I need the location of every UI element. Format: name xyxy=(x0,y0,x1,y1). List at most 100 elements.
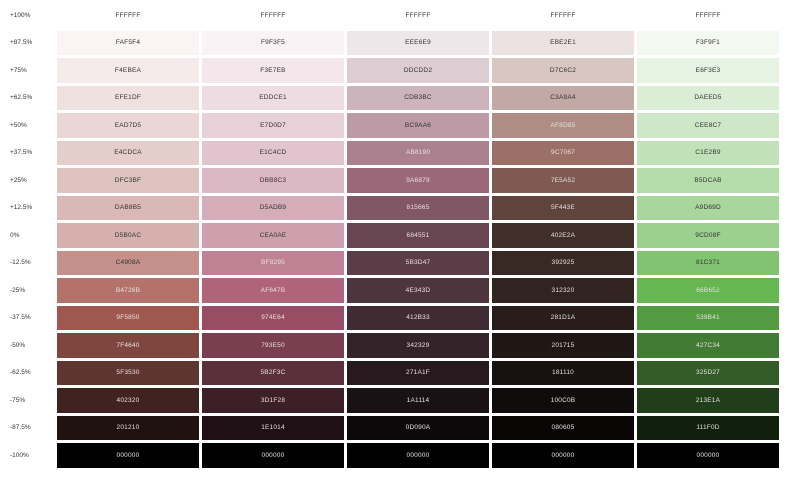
row-label: -62.5% xyxy=(10,369,31,377)
color-swatch: CEA0AE xyxy=(202,223,344,248)
color-swatch: F3F9F1 xyxy=(637,30,779,55)
color-swatch: DAB8B5 xyxy=(57,195,199,220)
color-swatch: 080605 xyxy=(492,415,634,440)
color-swatch: 000000 xyxy=(347,443,489,468)
color-swatch: FFFFFF xyxy=(202,3,344,28)
color-swatch: EFE1DF xyxy=(57,85,199,110)
row-label: +75% xyxy=(10,66,27,74)
color-swatch: FFFFFF xyxy=(492,3,634,28)
color-swatch: D7C6C2 xyxy=(492,58,634,83)
row-label: -87.5% xyxy=(10,424,31,432)
color-swatch: 201715 xyxy=(492,333,634,358)
color-swatch: 5B3D47 xyxy=(347,250,489,275)
color-swatch: 793E50 xyxy=(202,333,344,358)
color-swatch: 100C0B xyxy=(492,388,634,413)
color-swatch: D5B0AC xyxy=(57,223,199,248)
color-swatch: 81C371 xyxy=(637,250,779,275)
row-label: +37.5% xyxy=(10,149,33,157)
color-swatch: 5B2F3C xyxy=(202,360,344,385)
color-swatch: AB8190 xyxy=(347,140,489,165)
row-label: +87.5% xyxy=(10,39,33,47)
color-swatch: 9A6879 xyxy=(347,168,489,193)
color-swatch: 000000 xyxy=(57,443,199,468)
color-swatch: E6F3E3 xyxy=(637,58,779,83)
color-swatch: BC9AA6 xyxy=(347,113,489,138)
color-swatch: 5F3530 xyxy=(57,360,199,385)
color-swatch: 201210 xyxy=(57,415,199,440)
color-swatch: EAD7D5 xyxy=(57,113,199,138)
color-swatch: 684551 xyxy=(347,223,489,248)
row-label: -12.5% xyxy=(10,259,31,267)
row-label: +12.5% xyxy=(10,204,33,212)
color-swatch: BF8295 xyxy=(202,250,344,275)
color-swatch: 312320 xyxy=(492,278,634,303)
color-swatch: CDB3BC xyxy=(347,85,489,110)
color-swatch: 9CD08F xyxy=(637,223,779,248)
color-swatch: 342329 xyxy=(347,333,489,358)
color-swatch: EDDCE1 xyxy=(202,85,344,110)
row-label: -25% xyxy=(10,286,26,294)
color-swatch: 325D27 xyxy=(637,360,779,385)
color-swatch: F3E7EB xyxy=(202,58,344,83)
row-label: -75% xyxy=(10,396,26,404)
color-swatch: 427C34 xyxy=(637,333,779,358)
color-swatch: 1A1114 xyxy=(347,388,489,413)
color-swatch: C3A9A4 xyxy=(492,85,634,110)
row-label: 0% xyxy=(10,231,20,239)
color-swatch: 9C7067 xyxy=(492,140,634,165)
color-swatch: 392925 xyxy=(492,250,634,275)
color-swatch: 0D090A xyxy=(347,415,489,440)
color-swatch: DDCDD2 xyxy=(347,58,489,83)
color-swatch: 7E5A52 xyxy=(492,168,634,193)
color-swatch: C4908A xyxy=(57,250,199,275)
color-swatch: A9D69D xyxy=(637,195,779,220)
color-swatch: 5F443E xyxy=(492,195,634,220)
color-swatch: 815665 xyxy=(347,195,489,220)
color-swatch: DFC3BF xyxy=(57,168,199,193)
color-swatch: 281D1A xyxy=(492,305,634,330)
row-label: +100% xyxy=(10,11,31,19)
color-swatch: E1C4CD xyxy=(202,140,344,165)
color-swatch: F9F3F5 xyxy=(202,30,344,55)
color-swatch: FAF5F4 xyxy=(57,30,199,55)
color-swatch: CEE8C7 xyxy=(637,113,779,138)
color-swatch: C1E2B9 xyxy=(637,140,779,165)
color-swatch: 271A1F xyxy=(347,360,489,385)
color-swatch: E4CDCA xyxy=(57,140,199,165)
color-swatch: F4EBEA xyxy=(57,58,199,83)
color-swatch: DBB8C3 xyxy=(202,168,344,193)
color-swatch: AF647B xyxy=(202,278,344,303)
color-swatch: 974E64 xyxy=(202,305,344,330)
color-swatch: DAEED5 xyxy=(637,85,779,110)
color-swatch: EBE2E1 xyxy=(492,30,634,55)
row-label: -100% xyxy=(10,451,29,459)
color-swatch: FFFFFF xyxy=(347,3,489,28)
row-label: +62.5% xyxy=(10,94,33,102)
color-swatch: 7F4640 xyxy=(57,333,199,358)
color-swatch: 9F5850 xyxy=(57,305,199,330)
color-swatch: 000000 xyxy=(637,443,779,468)
color-swatch: E7D0D7 xyxy=(202,113,344,138)
row-label: -50% xyxy=(10,341,26,349)
color-tint-shade-grid: +100% FFFFFF FFFFFF FFFFFF FFFFFF FFFFFF +87.5… xyxy=(0,3,779,468)
color-swatch: 539B41 xyxy=(637,305,779,330)
color-swatch: 1E1014 xyxy=(202,415,344,440)
color-swatch: 213E1A xyxy=(637,388,779,413)
row-label: +50% xyxy=(10,121,27,129)
color-swatch: FFFFFF xyxy=(57,3,199,28)
color-swatch: EEE6E9 xyxy=(347,30,489,55)
color-swatch: D5ADB9 xyxy=(202,195,344,220)
color-swatch: B4726B xyxy=(57,278,199,303)
color-swatch: FFFFFF xyxy=(637,3,779,28)
color-swatch: 402320 xyxy=(57,388,199,413)
color-swatch: AF8D85 xyxy=(492,113,634,138)
color-swatch: 66B652 xyxy=(637,278,779,303)
color-swatch: 111F0D xyxy=(637,415,779,440)
row-label: +25% xyxy=(10,176,27,184)
color-swatch: 181110 xyxy=(492,360,634,385)
color-swatch: 3D1F28 xyxy=(202,388,344,413)
color-swatch: 412B33 xyxy=(347,305,489,330)
color-swatch: 000000 xyxy=(492,443,634,468)
color-swatch: 000000 xyxy=(202,443,344,468)
color-swatch: B5DCAB xyxy=(637,168,779,193)
